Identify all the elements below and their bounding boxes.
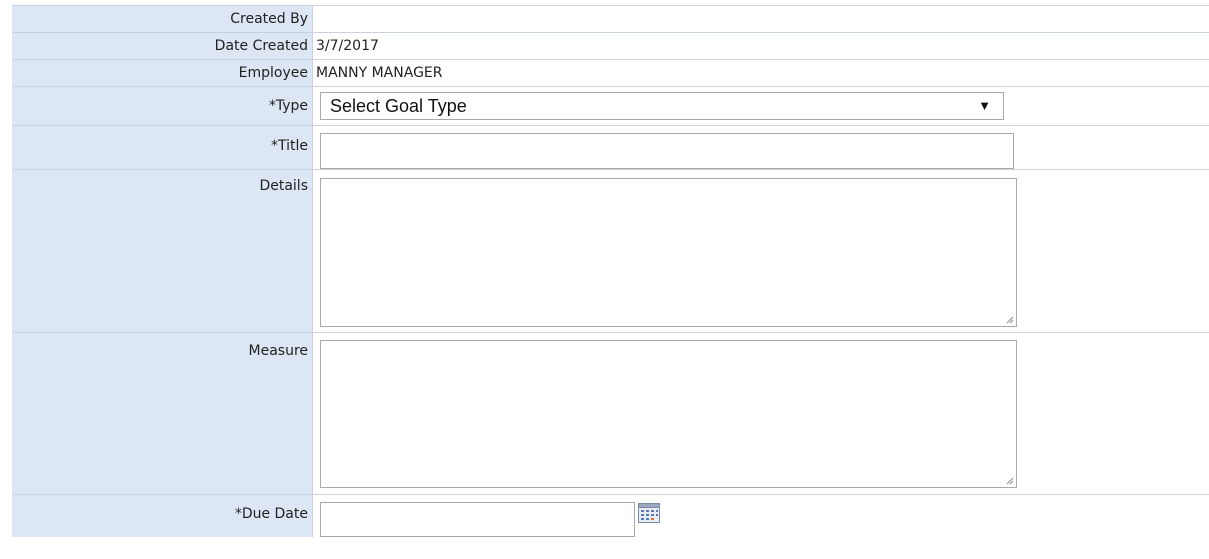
- row-details: Details: [12, 170, 1209, 333]
- details-label: Details: [12, 170, 313, 332]
- date-created-value: 3/7/2017: [316, 38, 379, 54]
- type-label: *Type: [12, 87, 313, 125]
- title-input[interactable]: [320, 133, 1014, 169]
- goal-form: Created By Date Created 3/7/2017 Employe…: [12, 5, 1209, 537]
- measure-label: Measure: [12, 333, 313, 494]
- created-by-value: [313, 6, 1209, 32]
- row-created-by: Created By: [12, 5, 1209, 33]
- row-due-date: *Due Date: [12, 495, 1209, 537]
- row-employee: Employee MANNY MANAGER: [12, 60, 1209, 87]
- due-date-input[interactable]: [320, 502, 635, 537]
- title-label: *Title: [12, 126, 313, 169]
- employee-value: MANNY MANAGER: [316, 65, 443, 81]
- dropdown-arrow-icon: ▼: [978, 98, 991, 113]
- row-type: *Type Select Goal Type ▼: [12, 87, 1209, 126]
- date-created-label: Date Created: [12, 33, 313, 59]
- calendar-icon[interactable]: [638, 503, 660, 523]
- details-textarea[interactable]: [320, 178, 1017, 327]
- employee-label: Employee: [12, 60, 313, 86]
- resize-grip-icon[interactable]: [1006, 316, 1014, 324]
- row-date-created: Date Created 3/7/2017: [12, 33, 1209, 60]
- due-date-label: *Due Date: [12, 495, 313, 537]
- goal-type-select[interactable]: Select Goal Type ▼: [320, 92, 1004, 120]
- goal-type-selected: Select Goal Type: [330, 96, 467, 116]
- row-title: *Title: [12, 126, 1209, 170]
- measure-textarea[interactable]: [320, 340, 1017, 488]
- created-by-label: Created By: [12, 6, 313, 32]
- resize-grip-icon[interactable]: [1006, 477, 1014, 485]
- row-measure: Measure: [12, 333, 1209, 495]
